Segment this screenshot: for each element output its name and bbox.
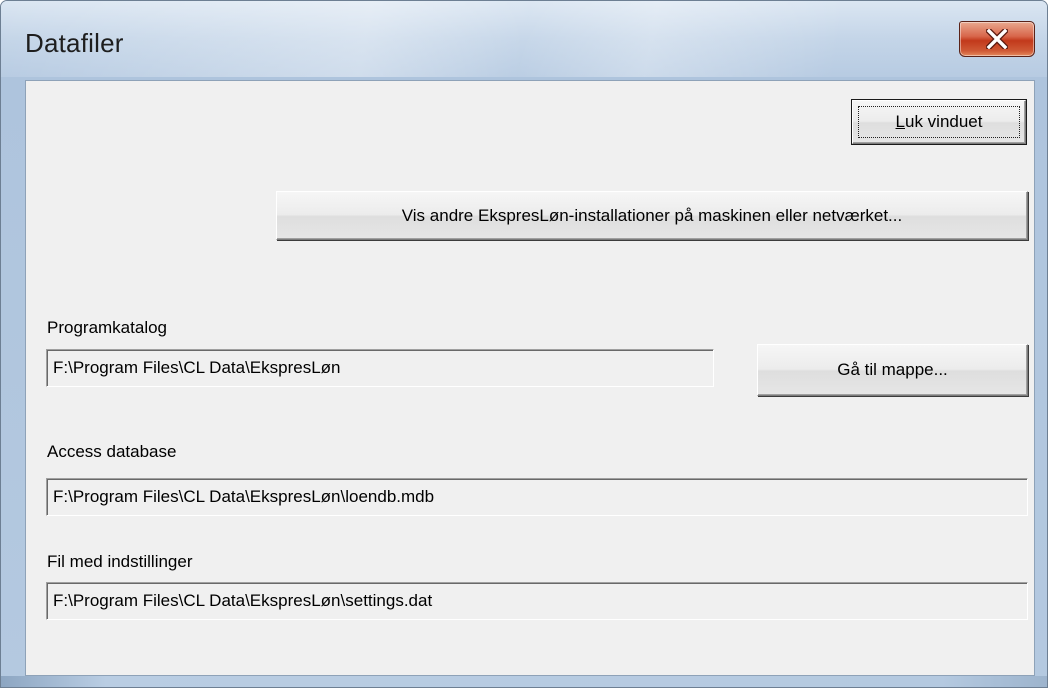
close-window-accesskey: L xyxy=(895,112,905,131)
access-db-label: Access database xyxy=(47,442,177,461)
access-db-field[interactable]: F:\Program Files\CL Data\EkspresLøn\loen… xyxy=(46,478,1028,516)
show-installations-button[interactable]: Vis andre EkspresLøn-installationer på m… xyxy=(276,191,1028,240)
program-dir-field[interactable]: F:\Program Files\CL Data\EkspresLøn xyxy=(46,349,714,387)
settings-label: Fil med indstillinger xyxy=(47,552,193,571)
settings-field[interactable]: F:\Program Files\CL Data\EkspresLøn\sett… xyxy=(46,582,1028,620)
window-bottom-frame xyxy=(1,676,1047,687)
dialog-client-area: Luk vinduet Vis andre EkspresLøn-install… xyxy=(25,80,1035,676)
program-dir-label: Programkatalog xyxy=(47,318,168,337)
close-window-button[interactable]: Luk vinduet xyxy=(852,100,1026,144)
close-window-label: uk vinduet xyxy=(904,112,983,131)
close-x-icon xyxy=(986,29,1008,49)
dialog-window: Datafiler Luk vinduet Vis andre EkspresL… xyxy=(0,0,1048,688)
goto-folder-button[interactable]: Gå til mappe... xyxy=(757,344,1028,396)
window-title: Datafiler xyxy=(25,28,124,58)
title-close-button[interactable] xyxy=(959,21,1035,57)
title-bar[interactable]: Datafiler xyxy=(1,1,1047,77)
